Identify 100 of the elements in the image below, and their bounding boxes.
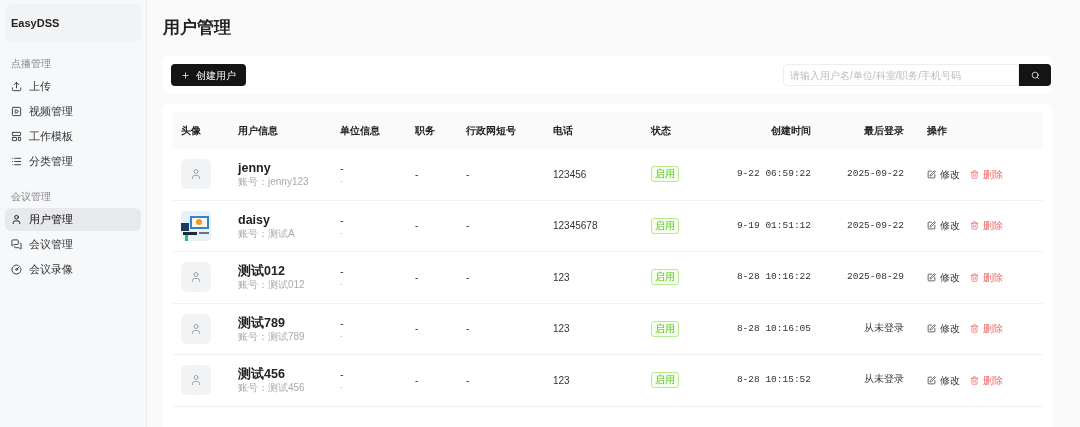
trash-icon [970,169,979,179]
user-name: jenny [238,160,272,177]
user-icon [11,214,22,225]
sidebar-section-title: 会议管理 [10,190,52,204]
sidebar-item[interactable]: 会议录像 [5,258,141,281]
table-cell-text: 8-28 10:16:05 [735,321,811,336]
trash-icon [970,272,979,282]
table-cell-text: 9-22 06:59:22 [735,167,811,182]
table-cell-text: - [340,315,345,330]
account-text: 账号：jenny123 [238,176,310,189]
edit-icon [927,375,936,385]
table-cell-text: 123 [553,322,571,337]
column-header: 创建时间 [770,124,811,138]
plus-icon [181,70,190,80]
brand-title: EasyDSS [5,4,141,42]
edit-button[interactable]: 修改 [927,372,960,388]
sidebar-section-title: 点播管理 [10,57,52,71]
table-cell-text: - [340,329,344,342]
table-cell-text: - [466,322,471,337]
sidebar-item[interactable]: 会议管理 [5,233,141,256]
column-header: 单位信息 [340,124,381,138]
user-icon [190,322,202,335]
trash-icon [970,375,979,385]
table-cell-text: - [340,278,344,291]
table-cell-text: - [466,219,471,234]
table-cell-text: 12345678 [553,219,599,234]
edit-icon [927,272,936,282]
table-cell-text: - [466,373,471,388]
column-header: 头像 [181,124,202,138]
column-header: 行政网短号 [466,124,517,138]
table-cell-text: 8-28 10:16:22 [735,270,811,285]
column-header: 电话 [553,124,574,138]
column-header: 最后登录 [863,124,904,138]
sidebar-item[interactable]: 工作模板 [5,125,141,148]
user-name: 测试456 [238,366,286,383]
table-cell-text: 从未登录 [863,321,904,336]
search-icon [1030,70,1040,80]
edit-button[interactable]: 修改 [927,166,960,182]
account-text: 账号：测试A [238,227,296,240]
gauge-icon [11,264,22,275]
create-user-button[interactable]: 创建用户 [171,64,246,86]
play-icon [11,106,22,117]
table-cell-text: 2025-08-29 [846,270,904,285]
user-icon [190,374,202,387]
table-cell-text: - [340,161,345,176]
edit-button[interactable]: 修改 [927,218,960,234]
table-cell-text: - [340,212,345,227]
column-header: 状态 [651,124,672,138]
table-cell-text: 123 [553,373,571,388]
user-name: 测试789 [238,314,286,331]
column-header: 用户信息 [238,124,279,138]
table-cell-text: 2025-09-22 [846,218,904,233]
column-header: 职务 [415,124,436,138]
user-name: 测试012 [238,263,286,280]
table-cell-text: - [415,270,420,285]
chat-icon [11,239,22,250]
table-cell-text: 123456 [553,167,588,182]
table-cell-text: - [340,264,345,279]
table-cell-text: 2025-09-22 [846,167,904,182]
edit-icon [927,221,936,231]
table-cell-text: - [340,381,344,394]
table-cell-text: - [415,219,420,234]
sidebar-item[interactable]: 分类管理 [5,150,141,173]
status-tag: 启用 [651,166,679,183]
status-tag: 启用 [651,269,679,286]
edit-button[interactable]: 修改 [927,321,960,337]
layout-icon [11,131,22,142]
table-cell-text: - [415,373,420,388]
search-button[interactable] [1019,64,1051,86]
account-text: 账号：测试012 [238,279,306,292]
table-cell-text: 9-19 01:51:12 [735,218,811,233]
trash-icon [970,221,979,231]
edit-button[interactable]: 修改 [927,269,960,285]
user-name: daisy [238,211,271,228]
upload-icon [11,81,22,92]
user-icon [190,168,202,181]
page-title: 用户管理 [163,17,232,39]
column-header: 操作 [926,124,948,138]
table-cell-text: - [466,167,471,182]
table-cell-text: - [415,322,420,337]
table-cell-text: 从未登录 [863,373,904,388]
edit-icon [927,169,936,179]
trash-icon [970,324,979,334]
table-cell-text: - [340,175,344,188]
table-cell-text: - [415,167,420,182]
status-tag: 启用 [651,320,679,337]
list-icon [11,156,22,167]
account-text: 账号：测试456 [238,382,306,395]
table-cell-text: - [466,270,471,285]
edit-icon [927,324,936,334]
status-tag: 启用 [651,217,679,234]
account-text: 账号：测试789 [238,330,306,343]
sidebar-item[interactable]: 视频管理 [5,100,141,123]
table-cell-text: - [340,226,344,239]
user-icon [190,271,202,284]
sidebar-item[interactable]: 上传 [5,75,141,98]
table-cell-text: - [340,367,345,382]
status-tag: 启用 [651,372,679,389]
table-cell-text: 123 [553,270,571,285]
sidebar-item[interactable]: 用户管理 [5,208,141,231]
